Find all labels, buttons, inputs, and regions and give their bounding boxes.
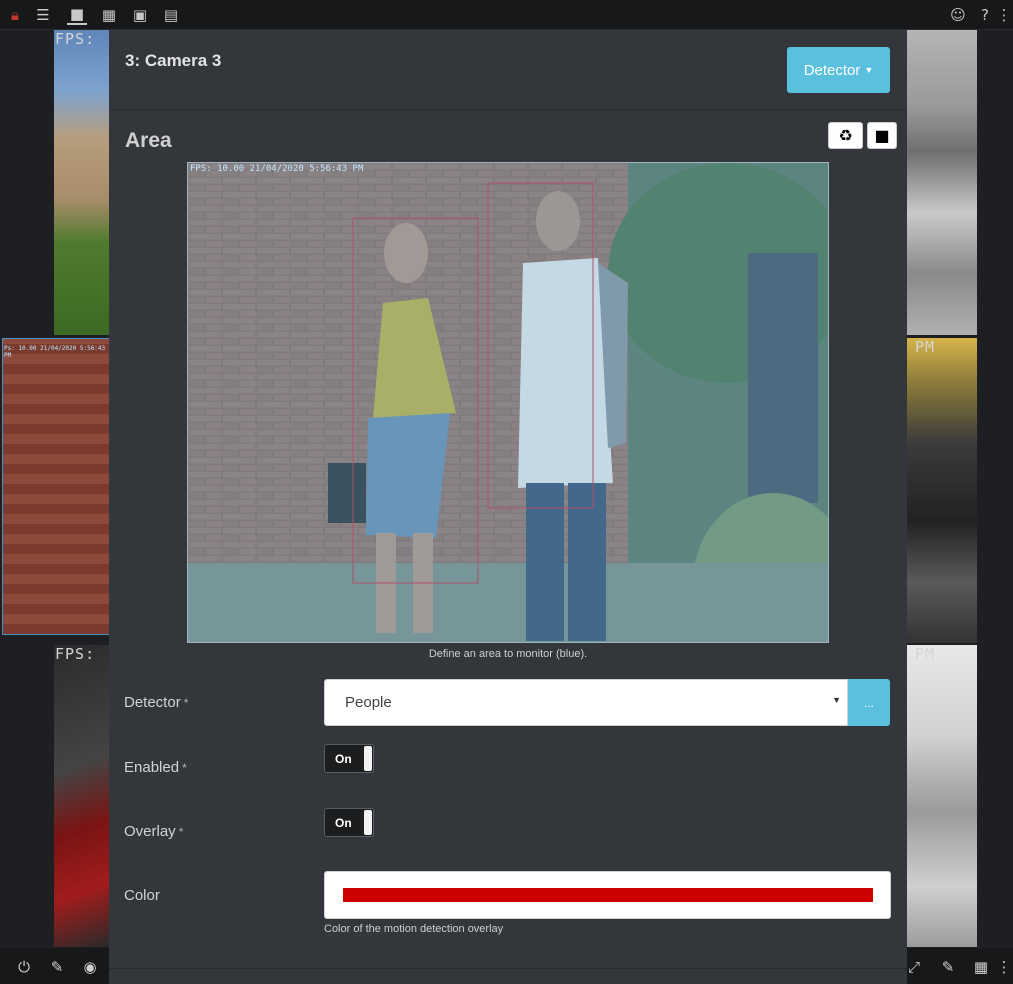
server-icon[interactable]: ☰ — [33, 5, 53, 25]
fps-label: FPS: — [55, 30, 96, 48]
modal-header: 3: Camera 3 Detector ▼ — [109, 30, 907, 110]
video-file-icon[interactable]: ▣ — [130, 5, 150, 25]
calendar-icon[interactable]: ▦ — [99, 5, 119, 25]
more-icon[interactable]: ⋮ — [997, 5, 1012, 25]
modal-title: 3: Camera 3 — [125, 51, 222, 70]
enabled-toggle[interactable]: On — [324, 744, 374, 773]
camera-tile-4[interactable]: PM — [907, 338, 977, 643]
recycle-icon: ♻ — [838, 126, 853, 145]
detector-options-button[interactable]: ... — [848, 679, 890, 726]
modal-footer-divider — [109, 968, 907, 969]
app-root: 🔒︎ ☰ ■ ▦ ▣ ▤ ☺ ? ⋮ FPS: Ps: 10.00 21/04/… — [0, 0, 1013, 984]
camera-tile-3-selected[interactable]: Ps: 10.00 21/04/2020 5:56:43 PM — [2, 338, 110, 635]
detector-label-text: Detector — [124, 694, 181, 711]
time-label: PM — [915, 645, 936, 663]
detector-select-value: People — [345, 694, 392, 711]
help-icon[interactable]: ? — [975, 5, 995, 25]
required-marker: * — [178, 825, 184, 839]
color-help-text: Color of the motion detection overlay — [324, 923, 504, 935]
detector-label: Detector * — [124, 694, 188, 711]
camera-tile-6[interactable]: PM — [907, 645, 977, 947]
record-icon[interactable]: ◉ — [80, 957, 100, 977]
enabled-label-text: Enabled — [124, 759, 180, 776]
toggle-knob — [364, 746, 372, 771]
user-icon[interactable]: ☺ — [948, 5, 968, 25]
camera-preview-image — [188, 163, 828, 642]
color-label: Color — [124, 887, 160, 904]
power-icon[interactable]: ⏻ — [14, 957, 34, 977]
caret-down-icon: ▼ — [864, 65, 874, 75]
detector-select[interactable]: People ▼ — [324, 679, 848, 726]
stop-button[interactable]: ■ — [867, 122, 897, 149]
camera-tile-5[interactable]: FPS: — [54, 645, 110, 947]
required-marker: * — [182, 761, 187, 775]
overlay-toggle-state: On — [335, 816, 352, 830]
fullscreen-icon[interactable]: ⤢ — [904, 957, 924, 977]
fps-label: FPS: — [55, 645, 96, 663]
enabled-label: Enabled * — [124, 759, 187, 776]
grid-icon[interactable]: ▦ — [971, 957, 991, 977]
section-title: Area — [125, 129, 172, 152]
detector-dropdown-button[interactable]: Detector ▼ — [787, 47, 890, 93]
image-icon[interactable]: ▤ — [161, 5, 181, 25]
overlay-label: Overlay * — [124, 823, 183, 840]
more-options-label: ... — [863, 695, 874, 710]
overlay-label-text: Overlay — [124, 823, 176, 840]
camera-tile-1[interactable]: FPS: — [54, 30, 110, 335]
recycle-button[interactable]: ♻ — [828, 122, 863, 149]
time-label: PM — [915, 338, 936, 356]
area-hint: Define an area to monitor (blue). — [428, 648, 588, 660]
preview-timestamp: FPS: 10.00 21/04/2020 5:56:43 PM — [190, 164, 364, 174]
stop-icon: ■ — [874, 126, 890, 145]
lock-icon[interactable]: 🔒︎ — [5, 5, 25, 25]
toggle-knob — [364, 810, 372, 835]
enabled-toggle-state: On — [335, 752, 352, 766]
more-icon[interactable]: ⋮ — [997, 957, 1012, 977]
tile-timestamp: Ps: 10.00 21/04/2020 5:56:43 PM — [4, 345, 106, 359]
overlay-toggle[interactable]: On — [324, 808, 374, 837]
area-preview[interactable]: FPS: 10.00 21/04/2020 5:56:43 PM — [187, 162, 829, 643]
camera-tile-2[interactable] — [907, 30, 977, 335]
color-picker[interactable] — [324, 871, 891, 919]
required-marker: * — [183, 696, 189, 710]
edit-icon[interactable]: ✎ — [47, 957, 67, 977]
video-camera-icon[interactable]: ■ — [67, 5, 87, 25]
top-toolbar: 🔒︎ ☰ ■ ▦ ▣ ▤ ☺ ? ⋮ — [0, 0, 1013, 30]
color-swatch — [343, 888, 873, 902]
detector-button-label: Detector — [803, 61, 861, 79]
detector-modal: 3: Camera 3 Detector ▼ Area ♻ ■ FPS: 10.… — [109, 30, 907, 984]
dropdown-arrow-icon: ▼ — [832, 695, 841, 705]
edit-layout-icon[interactable]: ✎ — [938, 957, 958, 977]
